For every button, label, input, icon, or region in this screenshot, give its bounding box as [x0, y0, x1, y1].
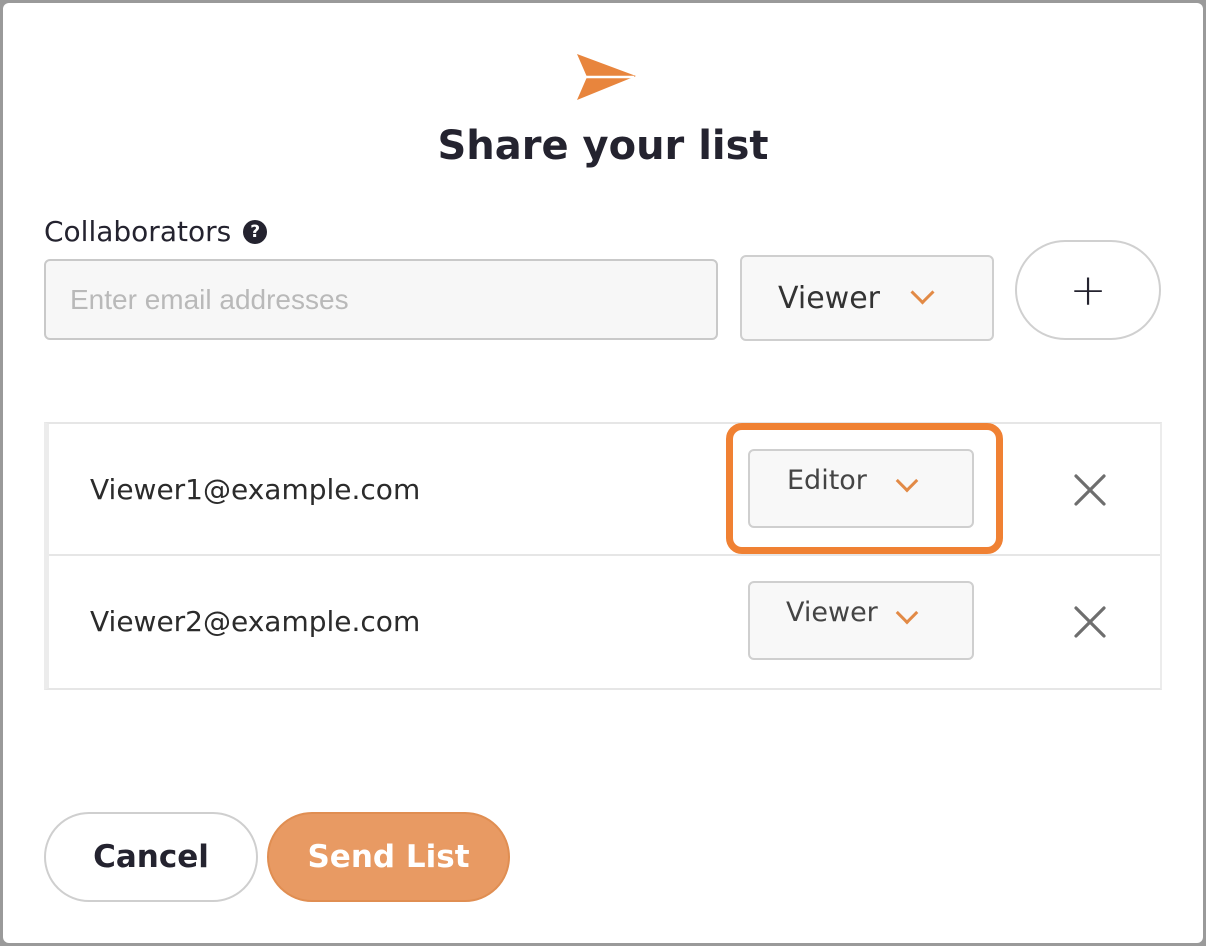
- collaborator-email: Viewer2@example.com: [90, 605, 421, 638]
- collaborators-label-text: Collaborators: [44, 215, 232, 248]
- collaborator-role-value: Viewer: [786, 597, 878, 628]
- chevron-down-icon: [895, 601, 919, 625]
- chevron-down-icon: [910, 279, 935, 305]
- collaborator-list: Viewer1@example.com Editor Viewer2@examp…: [44, 422, 1162, 690]
- paper-plane-icon: [577, 54, 636, 100]
- collaborators-label: Collaborators ?: [44, 214, 268, 250]
- chevron-down-icon: [895, 469, 919, 493]
- send-list-button[interactable]: Send List: [267, 812, 510, 902]
- close-icon[interactable]: [1073, 605, 1107, 639]
- collaborator-role-value: Editor: [787, 465, 867, 496]
- role-select-value: Viewer: [778, 280, 880, 316]
- collaborator-email: Viewer1@example.com: [90, 473, 421, 506]
- question-circle-icon[interactable]: ?: [243, 220, 268, 244]
- collaborator-role-select[interactable]: Editor: [748, 449, 974, 528]
- add-collaborator-button[interactable]: +: [1015, 240, 1161, 340]
- share-list-dialog: Share your list Collaborators ? Viewer +…: [3, 3, 1203, 943]
- list-item: Viewer1@example.com Editor: [49, 423, 1160, 556]
- close-icon[interactable]: [1073, 473, 1107, 507]
- cancel-button[interactable]: Cancel: [44, 812, 258, 902]
- role-select[interactable]: Viewer: [740, 255, 994, 341]
- dialog-title: Share your list: [437, 123, 769, 169]
- email-input[interactable]: [44, 259, 718, 340]
- collaborator-role-select[interactable]: Viewer: [748, 581, 974, 660]
- list-item: Viewer2@example.com Viewer: [49, 556, 1160, 688]
